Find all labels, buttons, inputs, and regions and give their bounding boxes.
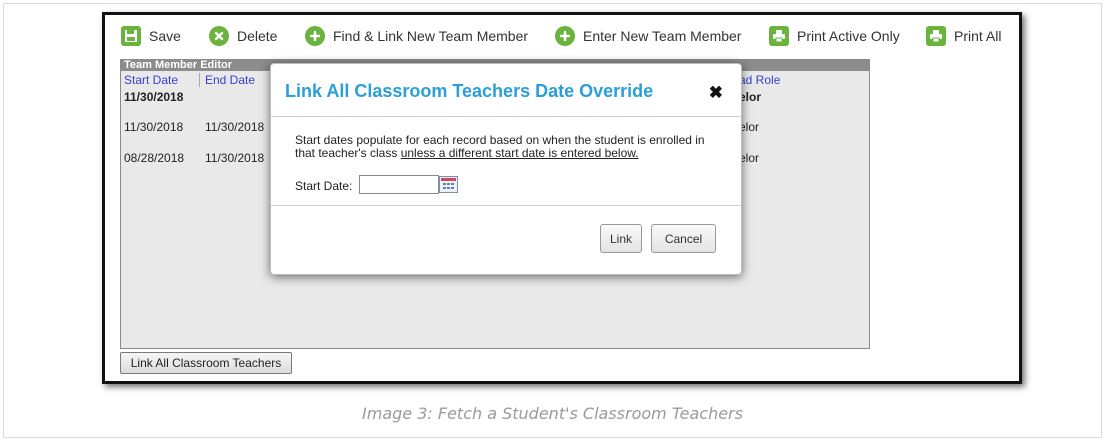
print-icon: [926, 26, 946, 46]
row-3-role: elor: [739, 151, 760, 165]
modal-description: Start dates populate for each record bas…: [295, 134, 725, 160]
save-button[interactable]: Save: [121, 24, 181, 48]
delete-button[interactable]: Delete: [209, 24, 277, 48]
row-2-role: elor: [739, 120, 760, 134]
row-3-end-date[interactable]: 11/30/2018: [205, 151, 264, 165]
print-active-label: Print Active Only: [797, 28, 900, 44]
description-underlined-text: unless a different start date is entered…: [400, 146, 639, 160]
description-line-2: that teacher's class unless a different …: [295, 147, 725, 160]
column-separator: [199, 73, 200, 87]
save-icon: [121, 26, 141, 46]
start-date-label: Start Date:: [295, 179, 353, 193]
print-all-label: Print All: [954, 28, 1002, 44]
delete-icon: [209, 26, 229, 46]
delete-label: Delete: [237, 28, 278, 44]
article-frame: Save Delete Find & Link New Team Member …: [3, 3, 1102, 438]
find-link-label: Find & Link New Team Member: [333, 28, 529, 44]
divider: [271, 116, 741, 117]
calendar-icon[interactable]: [439, 176, 458, 193]
row-2-end-date[interactable]: 11/30/2018: [205, 120, 264, 134]
print-all-button[interactable]: Print All: [926, 24, 1001, 48]
screenshot-window: Save Delete Find & Link New Team Member …: [102, 12, 1022, 384]
row-1-start-date[interactable]: 11/30/2018: [124, 90, 183, 104]
description-text: that teacher's class: [295, 146, 401, 160]
enter-new-label: Enter New Team Member: [583, 28, 742, 44]
enter-new-team-member-button[interactable]: Enter New Team Member: [555, 24, 741, 48]
add-icon: [305, 26, 325, 46]
link-button[interactable]: Link: [600, 224, 642, 253]
column-end-date[interactable]: End Date: [205, 73, 255, 87]
date-override-modal: Link All Classroom Teachers Date Overrid…: [270, 63, 742, 275]
modal-title: Link All Classroom Teachers Date Overrid…: [285, 81, 654, 101]
find-link-new-team-member-button[interactable]: Find & Link New Team Member: [305, 24, 528, 48]
link-all-classroom-teachers-button[interactable]: Link All Classroom Teachers: [120, 352, 292, 374]
row-2-start-date[interactable]: 11/30/2018: [124, 120, 183, 134]
save-label: Save: [149, 28, 181, 44]
print-active-only-button[interactable]: Print Active Only: [769, 24, 900, 48]
divider: [271, 205, 741, 206]
print-icon: [769, 26, 789, 46]
row-3-start-date[interactable]: 08/28/2018: [124, 151, 184, 165]
image-caption: Image 3: Fetch a Student's Classroom Tea…: [362, 404, 743, 423]
add-icon: [555, 26, 575, 46]
column-lead-role[interactable]: ad Role: [739, 73, 780, 87]
toolbar: Save Delete Find & Link New Team Member …: [105, 15, 1019, 59]
close-icon[interactable]: ✖: [709, 83, 723, 103]
cancel-button[interactable]: Cancel: [651, 224, 716, 253]
column-start-date[interactable]: Start Date: [124, 73, 178, 87]
row-1-role: elor: [739, 90, 762, 104]
start-date-input[interactable]: [359, 175, 439, 194]
